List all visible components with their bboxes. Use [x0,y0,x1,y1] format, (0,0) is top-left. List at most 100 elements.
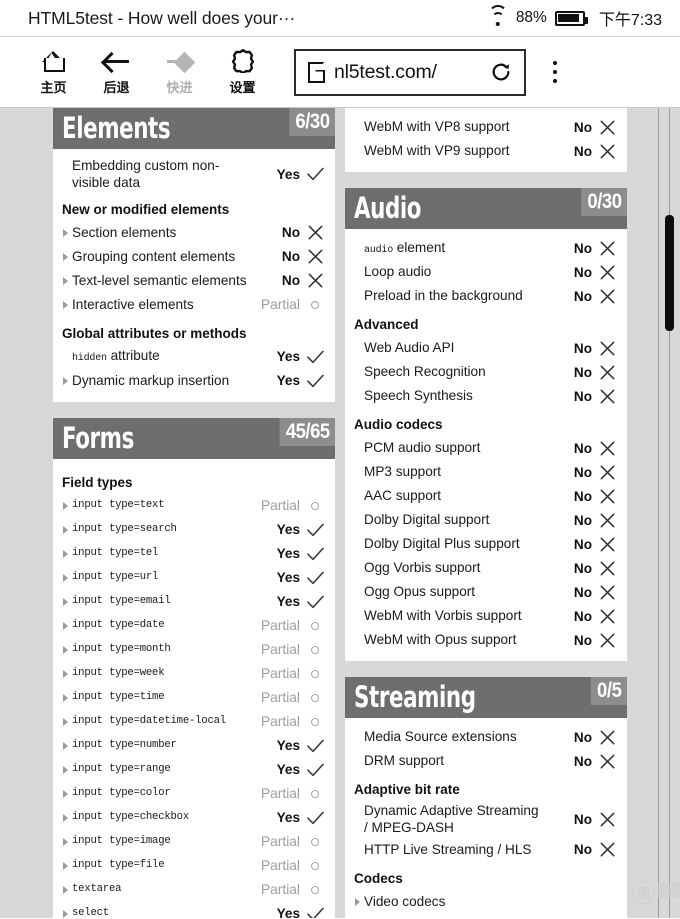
group-heading: Global attributes or methods [62,325,247,341]
support-value: No [281,273,300,289]
feature-label: Dolby Digital Plus support [364,536,520,552]
check-icon [304,167,326,181]
back-button[interactable]: 后退 [85,48,148,96]
feature-row[interactable]: input type=week Partial [62,662,326,686]
home-button[interactable]: 主页 [22,48,85,96]
cross-icon [596,842,618,857]
feature-row[interactable]: input type=text Partial [62,494,326,518]
card-header: Streaming 0/5 [345,677,627,718]
feature-label: MP3 support [364,464,442,480]
scrollbar-thumb[interactable] [665,215,674,331]
card-body: Field types input type=text Partial input t… [53,458,335,918]
card-score-badge: 45/65 [279,417,335,446]
settings-button[interactable]: 设置 [211,48,274,96]
cross-icon [596,754,618,769]
feature-row[interactable]: input type=tel Yes [62,542,326,566]
feature-label: input type=color [72,787,171,799]
card-title: Forms [62,420,134,455]
check-icon [304,907,326,918]
feature-label: Embedding custom non-visible data [72,158,220,191]
cross-icon [304,273,326,288]
support-value: No [573,440,592,456]
feature-row[interactable]: Grouping content elements No [62,245,326,269]
feature-row[interactable]: input type=range Yes [62,758,326,782]
group-heading: Codecs [354,870,403,886]
forward-button[interactable]: 快进 [148,48,211,96]
circle-glyph [311,717,319,726]
circle-glyph [311,621,319,630]
check-icon [304,571,326,585]
circle-icon [304,837,326,846]
feature-row[interactable]: Dynamic markup insertion Yes [62,369,326,393]
circle-glyph [311,645,319,654]
feature-row[interactable]: input type=url Yes [62,566,326,590]
cross-icon [596,120,618,135]
feature-label: input type=checkbox [72,811,189,823]
circle-glyph [311,789,319,798]
url-text[interactable]: nl5test.com/ [334,61,490,84]
result-card: Forms 45/65 Field types input type=text Part… [53,417,335,918]
vertical-scrollbar[interactable] [658,108,680,918]
feature-row[interactable]: select Yes [62,902,326,918]
feature-row[interactable]: input type=date Partial [62,614,326,638]
card-score-badge: 0/5 [591,677,627,705]
feature-label: Speech Recognition [364,364,486,380]
feature-label: Video codecs [364,894,446,910]
feature-label: DRM support [364,753,445,769]
support-value: Partial [260,714,300,730]
feature-label: input type=datetime-local [72,715,226,727]
feature-row[interactable]: Interactive elements Partial [62,293,326,317]
group-heading: Adaptive bit rate [354,782,460,797]
circle-glyph [311,837,319,846]
address-bar[interactable]: nl5test.com/ [294,48,526,96]
circle-icon [304,717,326,726]
circle-icon [304,885,326,894]
feature-row[interactable]: input type=datetime-local Partial [62,710,326,734]
support-value: Yes [276,373,300,389]
card-header: Elements 6/30 [53,108,335,149]
feature-row: AAC support No [354,484,618,508]
support-value: No [573,608,592,624]
home-icon [42,48,65,74]
feature-row: Dolby Digital support No [354,508,618,532]
circle-icon [304,789,326,798]
support-value: Yes [276,594,300,610]
feature-row[interactable]: input type=month Partial [62,638,326,662]
feature-label: Grouping content elements [72,249,236,265]
feature-row[interactable]: input type=search Yes [62,518,326,542]
cross-icon [596,609,618,624]
support-value: No [573,512,592,528]
feature-row[interactable]: input type=file Partial [62,854,326,878]
status-indicators: 88% 下午7:33 [488,5,662,30]
feature-row: PCM audio support No [354,436,618,460]
feature-row[interactable]: input type=email Yes [62,590,326,614]
feature-row: Loop audio No [354,260,618,284]
feature-label: WebM with VP9 support [364,143,510,159]
feature-row: Dynamic Adaptive Streaming / MPEG-DASH No [354,801,618,838]
check-icon [304,374,326,388]
feature-row[interactable]: Text-level semantic elements No [62,269,326,293]
support-value: No [281,249,300,265]
support-value: Yes [276,349,300,365]
feature-row[interactable]: Section elements No [62,221,326,245]
feature-label: textarea [72,883,122,895]
reload-icon[interactable] [490,61,512,83]
cross-icon [596,585,618,600]
feature-row[interactable]: textarea Partial [62,878,326,902]
support-value: Partial [260,642,300,658]
check-icon [304,811,326,825]
feature-label: AAC support [364,488,442,504]
status-bar: HTML5test - How well does your··· 88% 下午… [0,0,680,37]
feature-label: Ogg Opus support [364,584,476,600]
feature-row[interactable]: input type=image Partial [62,830,326,854]
overflow-menu-button[interactable] [540,60,570,84]
back-button-label: 后退 [103,80,130,95]
feature-row[interactable]: Audio codecsNo [354,914,618,918]
feature-row[interactable]: input type=number Yes [62,734,326,758]
support-value: Partial [260,618,300,634]
feature-row[interactable]: input type=checkbox Yes [62,806,326,830]
feature-row[interactable]: input type=time Partial [62,686,326,710]
feature-row[interactable]: Video codecs [354,890,618,914]
support-value: No [573,240,592,256]
feature-row[interactable]: input type=color Partial [62,782,326,806]
